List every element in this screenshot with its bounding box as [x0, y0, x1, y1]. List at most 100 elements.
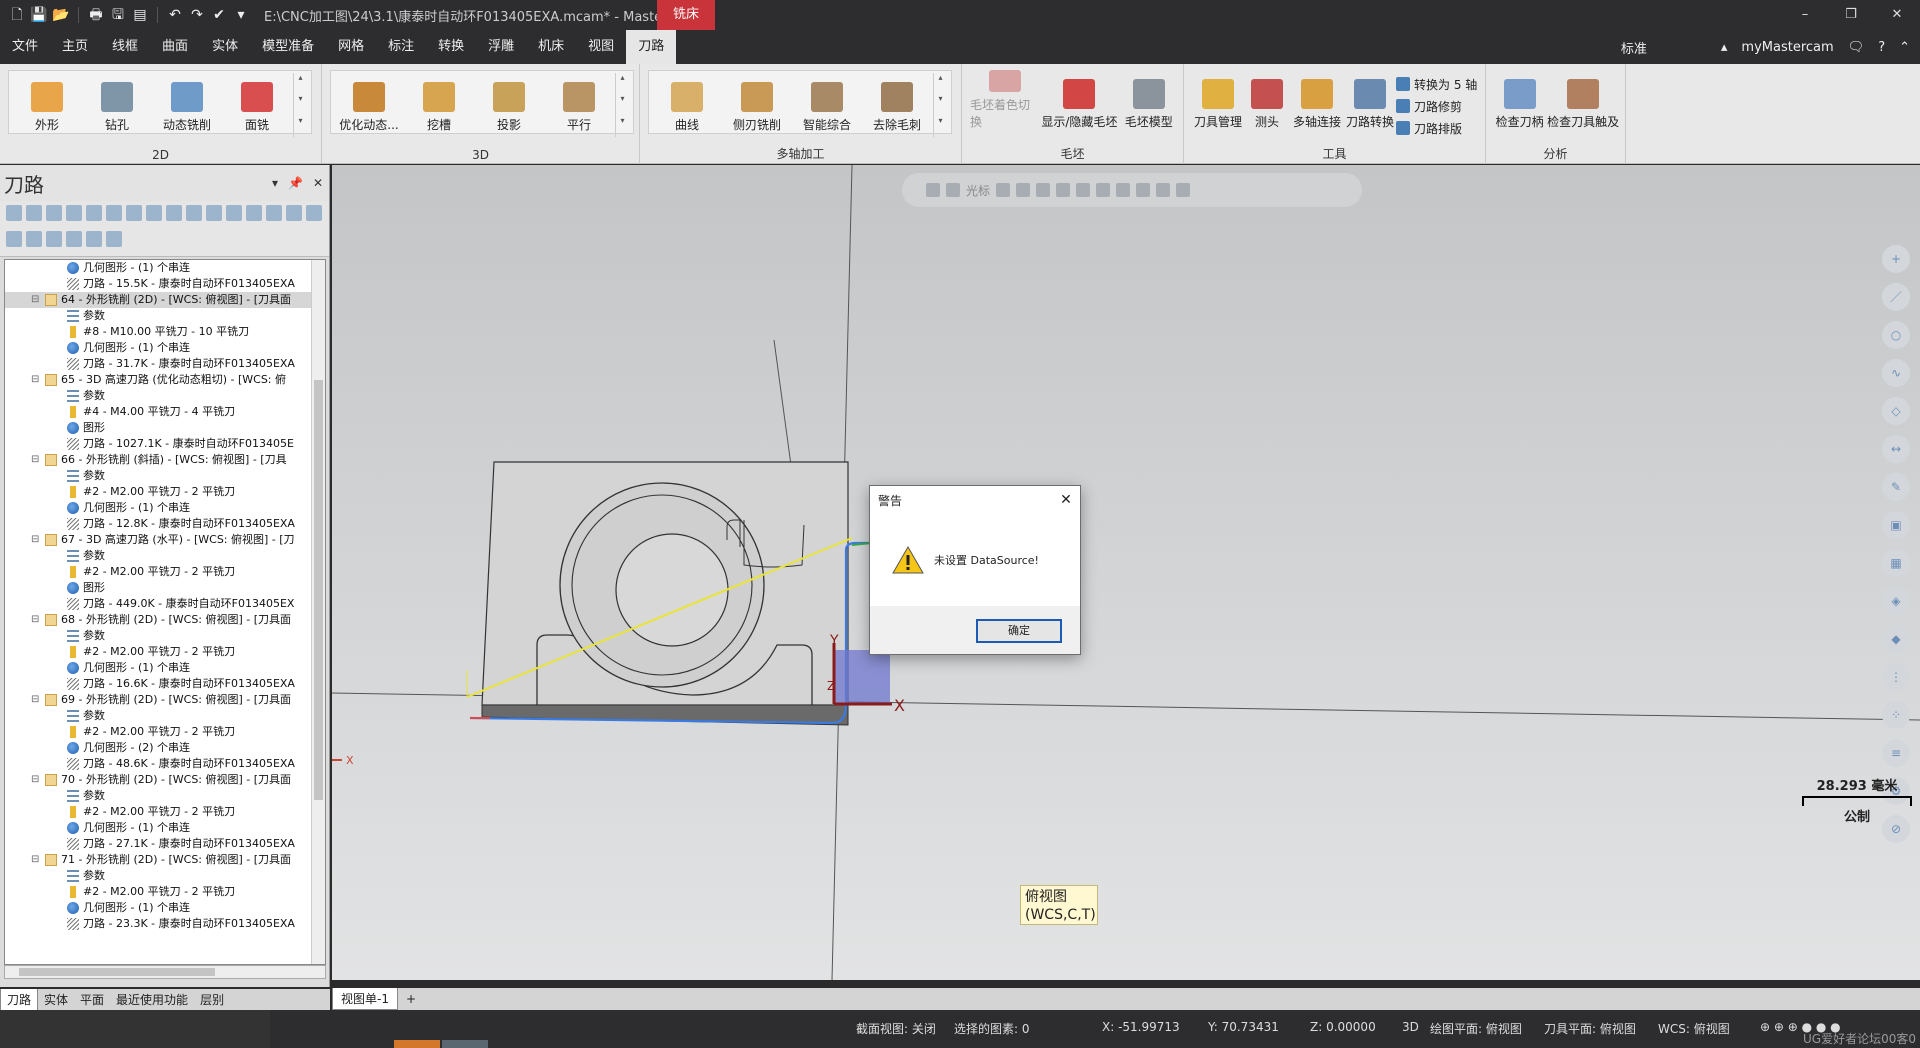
tab-toolpaths-manager[interactable]: 刀路	[0, 989, 39, 1011]
operation-row[interactable]: ⊟ 70 - 外形铣削 (2D) - [WCS: 俯视图] - [刀具面	[5, 772, 325, 788]
tab-wireframe[interactable]: 线框	[100, 30, 150, 64]
mode-3d-toggle[interactable]: 3D	[1402, 1020, 1419, 1034]
operations-tree[interactable]: 几何图形 - (1) 个串连 刀路 - 15.5K - 康泰时自动环F013405…	[4, 259, 326, 965]
collapse-icon[interactable]: ⊟	[31, 852, 43, 868]
stock-shading-button[interactable]: 毛坯着色切换	[970, 70, 1040, 130]
tab-transform[interactable]: 转换	[426, 30, 476, 64]
tree-vertical-scrollbar[interactable]	[311, 260, 325, 964]
tree-item[interactable]: 刀路 - 12.8K - 康泰时自动环F013405EXA	[5, 516, 325, 532]
point-icon[interactable]	[996, 183, 1011, 197]
print-icon[interactable]: 🖶	[87, 6, 105, 24]
expand-icon[interactable]	[86, 230, 102, 247]
tab-surfaces[interactable]: 曲面	[150, 30, 200, 64]
clear-select-icon[interactable]	[1176, 183, 1191, 197]
lock-icon[interactable]	[226, 205, 242, 221]
scroll-thumb[interactable]	[314, 380, 323, 800]
drawing-plane-status[interactable]: 绘图平面: 俯视图	[1430, 1020, 1522, 1037]
tree-item[interactable]: 参数	[5, 788, 325, 804]
tool-manager-button[interactable]: 刀具管理	[1192, 70, 1244, 130]
collapse-icon[interactable]: ⊟	[31, 292, 43, 308]
operation-row[interactable]: ⊟ 67 - 3D 高速刀路 (水平) - [WCS: 俯视图] - [刀	[5, 532, 325, 548]
select-mode-icon[interactable]	[1036, 183, 1051, 197]
maximize-button[interactable]: ❐	[1828, 0, 1874, 30]
tree-item[interactable]: #2 - M2.00 平铣刀 - 2 平铣刀	[5, 644, 325, 660]
tree-item[interactable]: 参数	[5, 628, 325, 644]
tab-recent-functions[interactable]: 最近使用功能	[110, 989, 194, 1011]
redo-icon[interactable]: ↷	[188, 6, 206, 24]
mask-dimension-icon[interactable]: ↔	[1882, 435, 1910, 463]
mask-group-icon[interactable]: ⁘	[1882, 701, 1910, 729]
collapse-ribbon-icon[interactable]: ⌃	[1899, 40, 1910, 55]
tree-item[interactable]: #2 - M2.00 平铣刀 - 2 平铣刀	[5, 484, 325, 500]
tree-item[interactable]: #2 - M2.00 平铣刀 - 2 平铣刀	[5, 724, 325, 740]
tree-item[interactable]: 几何图形 - (1) 个串连	[5, 820, 325, 836]
tree-item[interactable]: #2 - M2.00 平铣刀 - 2 平铣刀	[5, 804, 325, 820]
collapse-icon[interactable]: ⊟	[31, 612, 43, 628]
tree-item[interactable]: 刀路 - 449.0K - 康泰时自动环F013405EX	[5, 596, 325, 612]
tree-item[interactable]: 几何图形 - (2) 个串连	[5, 740, 325, 756]
tab-solids[interactable]: 实体	[200, 30, 250, 64]
dialog-close-icon[interactable]: ✕	[1052, 492, 1080, 508]
trim-toolpath-button[interactable]: 刀路修剪	[1396, 96, 1477, 116]
select-cursor-icon[interactable]	[946, 183, 960, 197]
tree-horizontal-scrollbar[interactable]	[4, 965, 326, 979]
solid-select-icon[interactable]	[1076, 183, 1091, 197]
verify-icon[interactable]	[106, 205, 122, 221]
add-icon[interactable]: +	[1882, 245, 1910, 273]
tab-view[interactable]: 视图	[576, 30, 626, 64]
gallery-scroll[interactable]: ▴ ▾ ▾	[293, 73, 307, 137]
tree-item[interactable]: 刀路 - 48.6K - 康泰时自动环F013405EXA	[5, 756, 325, 772]
tree-item[interactable]: 几何图形 - (1) 个串连	[5, 500, 325, 516]
drill-button[interactable]: 钻孔	[83, 73, 151, 133]
tree-item[interactable]: 参数	[5, 308, 325, 324]
simulate-icon[interactable]	[126, 205, 142, 221]
layer-icon[interactable]: ≡	[1882, 739, 1910, 767]
tool-plane-status[interactable]: 刀具平面: 俯视图	[1544, 1020, 1636, 1037]
face-select-icon[interactable]	[1096, 183, 1111, 197]
mask-note-icon[interactable]: ✎	[1882, 473, 1910, 501]
standard-dropdown[interactable]: 标准	[1621, 38, 1647, 57]
help-icon[interactable]: ?	[1878, 40, 1885, 55]
toggle-display-icon[interactable]	[246, 205, 262, 221]
operation-row[interactable]: ⊟ 69 - 外形铣削 (2D) - [WCS: 俯视图] - [刀具面	[5, 692, 325, 708]
toolpath-transform-button[interactable]: 刀路转换	[1344, 70, 1396, 130]
tree-item[interactable]: #4 - M4.00 平铣刀 - 4 平铣刀	[5, 404, 325, 420]
check-tool-reach-button[interactable]: 检查刀具触及	[1545, 70, 1621, 130]
contour-button[interactable]: 外形	[13, 73, 81, 133]
operation-row[interactable]: ⊟ 71 - 外形铣削 (2D) - [WCS: 俯视图] - [刀具面	[5, 852, 325, 868]
help-icon[interactable]	[206, 205, 222, 221]
move-down-icon[interactable]	[286, 205, 302, 221]
tree-item[interactable]: 参数	[5, 468, 325, 484]
customize-icon[interactable]: ▾	[232, 6, 250, 24]
account-link[interactable]: myMastercam	[1741, 40, 1833, 55]
backplot-icon[interactable]	[86, 205, 102, 221]
mask-surface-icon[interactable]: ◇	[1882, 397, 1910, 425]
new-file-icon[interactable]: 🗋	[8, 6, 26, 24]
autocursor-label[interactable]: 光标	[966, 182, 990, 199]
tab-machine[interactable]: 机床	[526, 30, 576, 64]
operation-row[interactable]: ⊟ 68 - 外形铣削 (2D) - [WCS: 俯视图] - [刀具面	[5, 612, 325, 628]
close-button[interactable]: ✕	[1874, 0, 1920, 30]
move-up-icon[interactable]	[306, 205, 322, 221]
open-icon[interactable]: 📂	[52, 6, 70, 24]
operation-row[interactable]: ⊟ 65 - 3D 高速刀路 (优化动态粗切) - [WCS: 俯	[5, 372, 325, 388]
convert-5axis-button[interactable]: 转换为 5 轴	[1396, 74, 1477, 94]
mask-line-icon[interactable]: ／	[1882, 283, 1910, 311]
graphics-viewport[interactable]: X Y Z X Y 光标 + ／ ○ ∿ ◇ ↔ ✎ ▣ ▦ ◈ ◆ ⋮	[332, 165, 1920, 980]
section-view-status[interactable]: 截面视图: 关闭	[856, 1020, 936, 1037]
probe-button[interactable]: 测头	[1244, 70, 1290, 130]
tree-item[interactable]: 刀路 - 1027.1K - 康泰时自动环F013405E	[5, 436, 325, 452]
add-viewsheet-button[interactable]: +	[398, 988, 424, 1010]
operation-row[interactable]: ⊟ 64 - 外形铣削 (2D) - [WCS: 俯视图] - [刀具面	[5, 292, 325, 308]
panel-menu-icon[interactable]: ▾	[272, 176, 278, 190]
snap-icon[interactable]	[1016, 183, 1031, 197]
viewsheet-tab-1[interactable]: 视图单-1	[332, 988, 398, 1010]
curve-button[interactable]: 曲线	[653, 73, 721, 133]
single-icon[interactable]	[46, 230, 62, 247]
regen-dirty-icon[interactable]	[66, 205, 82, 221]
face-button[interactable]: 面铣	[223, 73, 291, 133]
scroll-thumb[interactable]	[19, 968, 215, 976]
tree-item[interactable]: 参数	[5, 388, 325, 404]
tree-item[interactable]: 图形	[5, 580, 325, 596]
tab-toolpaths[interactable]: 刀路	[626, 30, 677, 64]
